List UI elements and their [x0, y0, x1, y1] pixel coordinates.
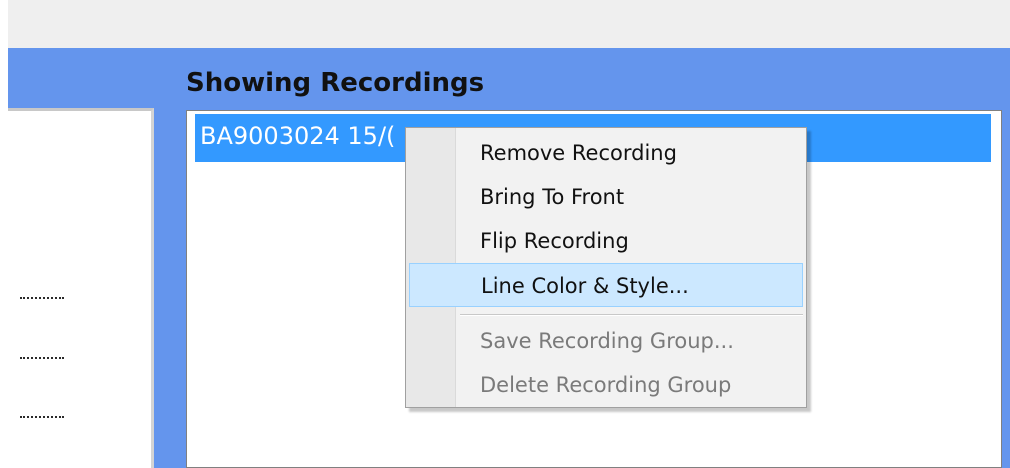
- menu-item-remove-recording[interactable]: Remove Recording: [409, 131, 803, 175]
- context-menu: Remove Recording Bring To Front Flip Rec…: [405, 127, 807, 408]
- panel-title: Showing Recordings: [186, 68, 485, 98]
- menu-item-delete-recording-group: Delete Recording Group: [480, 373, 732, 397]
- top-toolbar-area: [8, 0, 1010, 48]
- dotted-line: [20, 357, 64, 359]
- menu-item-flip-recording[interactable]: Flip Recording: [409, 219, 803, 263]
- menu-separator: [460, 314, 803, 316]
- dotted-line: [20, 297, 64, 299]
- dotted-line: [20, 416, 64, 418]
- menu-item-bring-to-front[interactable]: Bring To Front: [409, 175, 803, 219]
- menu-item-line-color-style[interactable]: Line Color & Style...: [409, 263, 803, 307]
- left-list-box: [8, 108, 154, 468]
- menu-item-save-recording-group: Save Recording Group...: [480, 329, 734, 353]
